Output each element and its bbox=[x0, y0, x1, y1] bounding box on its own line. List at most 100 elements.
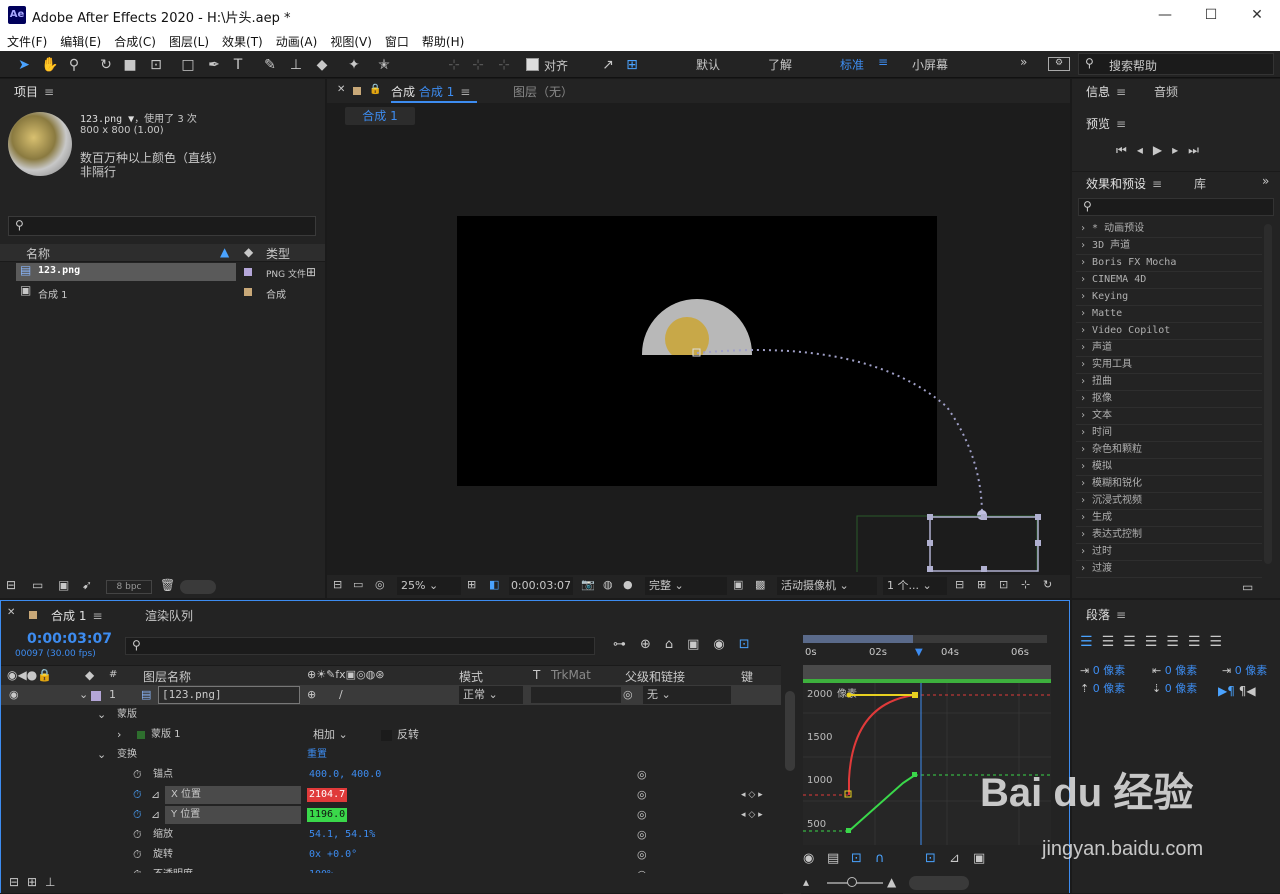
first-frame-icon[interactable]: ⏮ bbox=[1116, 143, 1137, 157]
effect-category[interactable]: › 实用工具 bbox=[1076, 357, 1262, 374]
property-value[interactable]: 2104.7 bbox=[307, 788, 348, 802]
graph-options-icon[interactable]: ▤ bbox=[827, 851, 839, 866]
views-dropdown[interactable]: 1 个... ⌄ bbox=[883, 577, 947, 595]
toggle-pixel-icon[interactable]: ⊟ bbox=[955, 578, 964, 591]
render-icon[interactable]: ➹ bbox=[82, 578, 92, 592]
project-tab[interactable]: 项目 ≡ bbox=[14, 83, 54, 100]
blend-mode-dropdown[interactable]: 正常 ⌄ bbox=[459, 686, 523, 704]
menu-effect[interactable]: 效果(T) bbox=[215, 30, 269, 50]
pick-whip-icon[interactable]: ◎ bbox=[637, 765, 647, 785]
stopwatch-icon[interactable]: ⏱ bbox=[133, 785, 142, 805]
text-tool-icon[interactable]: T bbox=[228, 55, 248, 75]
pen-tool-icon[interactable]: ✒ bbox=[204, 55, 224, 75]
workspace-standard[interactable]: 标准 bbox=[840, 56, 864, 73]
effect-category[interactable]: › 模糊和锐化 bbox=[1076, 476, 1262, 493]
fast-preview-icon[interactable]: ⊞ bbox=[977, 578, 986, 591]
space-before[interactable]: ⇡ 0 像素 bbox=[1080, 680, 1125, 696]
local-axis-icon[interactable]: ⊹ bbox=[444, 55, 464, 75]
column-name[interactable]: 名称 bbox=[26, 245, 50, 262]
more-panels-icon[interactable]: » bbox=[1262, 174, 1269, 188]
property-row[interactable]: ⏱ 锚点 400.0, 400.0 ◎ bbox=[1, 765, 781, 785]
timeline-scroll[interactable] bbox=[909, 876, 969, 890]
timeline-scrollbar[interactable] bbox=[785, 691, 795, 771]
tab-composition[interactable]: 合成 合成 1 ≡ bbox=[391, 83, 470, 100]
menu-layer[interactable]: 图层(L) bbox=[162, 30, 215, 50]
label-column-icon[interactable]: ◆ bbox=[85, 668, 94, 682]
last-frame-icon[interactable]: ⏭ bbox=[1188, 143, 1209, 157]
monitor-icon[interactable]: ▭ bbox=[353, 578, 363, 591]
label-swatch[interactable] bbox=[244, 288, 252, 296]
shy-switch-icon[interactable]: ⊕ bbox=[307, 685, 316, 705]
playhead-icon[interactable]: ▼ bbox=[915, 647, 923, 658]
time-ruler[interactable]: 0s 02s 04s 06s ▼ bbox=[803, 647, 1055, 665]
stopwatch-icon[interactable]: ⏱ bbox=[133, 825, 142, 845]
workspace-default[interactable]: 默认 bbox=[696, 56, 720, 73]
world-axis-icon[interactable]: ⊹ bbox=[468, 55, 488, 75]
property-row[interactable]: ⏱ ⊿ Y 位置 1196.0 ◎ ◂ ◇ ▸ bbox=[1, 805, 781, 825]
comp-settings-icon[interactable]: ⊟ bbox=[9, 875, 19, 889]
effect-category[interactable]: › 声道 bbox=[1076, 340, 1262, 357]
rtl-icon[interactable]: ¶◀ bbox=[1239, 684, 1256, 698]
selection-tool-icon[interactable]: ➤ bbox=[14, 55, 34, 75]
effect-category[interactable]: › 过渡 bbox=[1076, 561, 1262, 578]
menu-window[interactable]: 窗口 bbox=[378, 30, 415, 50]
current-time[interactable]: 0:00:03:07 bbox=[509, 577, 573, 595]
parent-dropdown[interactable]: 无 ⌄ bbox=[643, 686, 731, 704]
align-right-icon[interactable]: ☰ bbox=[1123, 634, 1145, 650]
play-icon[interactable]: ▶ bbox=[1153, 143, 1172, 157]
snapshot-icon[interactable]: 📷 bbox=[581, 578, 595, 591]
indent-first[interactable]: ⇥ 0 像素 bbox=[1222, 662, 1267, 678]
maximize-button[interactable]: ☐ bbox=[1188, 0, 1234, 30]
align-center-icon[interactable]: ☰ bbox=[1102, 634, 1124, 650]
flowchart-icon[interactable]: ⊞ bbox=[306, 265, 316, 279]
layer-switches-header[interactable]: ⊕☀✎fx▣◎◍⊛ bbox=[307, 668, 384, 681]
transform-row[interactable]: ⌄ 变换 重置 bbox=[1, 745, 781, 765]
show-snapshot-icon[interactable]: ◍ bbox=[603, 578, 613, 591]
tab-render-queue[interactable]: 渲染队列 bbox=[145, 607, 193, 624]
timeline-timecode[interactable]: 0:00:03:07 bbox=[27, 631, 112, 647]
av-switches-icon[interactable]: ◉◀●🔒 bbox=[7, 668, 52, 682]
edit-keyframe-icon[interactable]: ▣ bbox=[973, 851, 985, 866]
effect-category[interactable]: › 生成 bbox=[1076, 510, 1262, 527]
property-row[interactable]: ⏱ ⊿ X 位置 2104.7 ◎ ◂ ◇ ▸ bbox=[1, 785, 781, 805]
transform-box-icon[interactable]: ⊡ bbox=[851, 851, 862, 866]
zoom-in-icon[interactable]: ▲ bbox=[887, 875, 896, 889]
effects-scrollbar[interactable] bbox=[1264, 224, 1272, 564]
tab-effects-presets[interactable]: 效果和预设 ≡ bbox=[1086, 175, 1162, 192]
layer-name[interactable]: [123.png] bbox=[158, 686, 300, 704]
zoom-out-icon[interactable]: ▴ bbox=[803, 875, 809, 889]
justify-right-icon[interactable]: ☰ bbox=[1188, 634, 1210, 650]
keyframe-navigator[interactable]: ◂ ◇ ▸ bbox=[741, 805, 763, 825]
menu-composition[interactable]: 合成(C) bbox=[107, 30, 162, 50]
new-folder-icon[interactable]: ▭ bbox=[32, 578, 43, 592]
invert-checkbox[interactable] bbox=[381, 730, 392, 741]
ltr-icon[interactable]: ▶¶ bbox=[1218, 684, 1235, 698]
graph-toggle-icon[interactable]: ⊿ bbox=[151, 805, 160, 825]
timeline-icon[interactable]: ⊡ bbox=[999, 578, 1008, 591]
camera-dropdown[interactable]: 活动摄像机 ⌄ bbox=[777, 577, 877, 595]
effects-search-input[interactable]: ⚲ bbox=[1078, 198, 1274, 216]
property-value[interactable]: 400.0, 400.0 bbox=[307, 768, 383, 782]
snap-icon[interactable]: ↗ bbox=[598, 55, 618, 75]
clone-stamp-tool-icon[interactable]: ⊥ bbox=[286, 55, 306, 75]
stopwatch-icon[interactable]: ⏱ bbox=[133, 765, 142, 785]
zoom-dropdown[interactable]: 25% ⌄ bbox=[397, 577, 461, 595]
close-tab-icon[interactable]: ✕ bbox=[337, 84, 345, 95]
composition-canvas[interactable] bbox=[327, 127, 1070, 572]
effect-category[interactable]: › 时间 bbox=[1076, 425, 1262, 442]
menu-animation[interactable]: 动画(A) bbox=[269, 30, 324, 50]
label-swatch[interactable] bbox=[244, 268, 252, 276]
trkmat-dropdown[interactable] bbox=[531, 687, 621, 703]
sync-settings-icon[interactable]: ⚙ bbox=[1048, 57, 1070, 71]
pick-whip-icon[interactable]: ◎ bbox=[637, 825, 647, 845]
menu-file[interactable]: 文件(F) bbox=[0, 30, 53, 50]
pick-whip-icon[interactable]: ◎ bbox=[637, 845, 647, 865]
fit-icon[interactable]: ⊞ bbox=[467, 578, 476, 591]
expand-arrow-icon[interactable]: ⌄ bbox=[79, 685, 88, 705]
layer-search-input[interactable]: ⚲ bbox=[125, 637, 595, 655]
column-mode[interactable]: 模式 bbox=[459, 668, 483, 685]
workspace-small-screen[interactable]: 小屏幕 bbox=[912, 56, 948, 73]
fit-all-icon[interactable]: ⊿ bbox=[949, 851, 960, 866]
playback-controls[interactable]: ⏮◂▶▸⏭ bbox=[1116, 143, 1209, 158]
column-t[interactable]: T bbox=[533, 668, 540, 682]
